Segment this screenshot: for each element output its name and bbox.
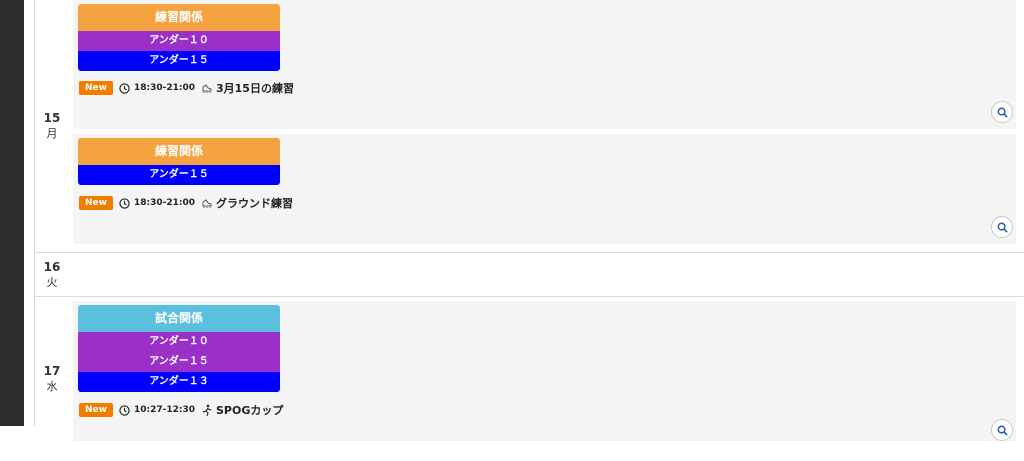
player-icon xyxy=(202,404,212,416)
event-card[interactable]: 練習関係 アンダー１５ New 18:30-21:00 グラウンド練習 xyxy=(73,134,1016,244)
day-row-16: 16 火 xyxy=(35,253,1024,297)
category-tag: 練習関係 xyxy=(78,4,280,31)
event-time: 10:27-12:30 xyxy=(133,405,195,415)
event-title[interactable]: 3月15日の練習 xyxy=(216,80,294,96)
team-tag: アンダー１０ xyxy=(78,332,280,352)
event-time: 18:30-21:00 xyxy=(133,198,195,208)
clock-icon xyxy=(119,82,130,94)
category-tag: 練習関係 xyxy=(78,138,280,165)
team-tag: アンダー１３ xyxy=(78,372,280,392)
cleat-icon xyxy=(202,199,212,208)
event-meta: New 18:30-21:00 グラウンド練習 xyxy=(79,195,293,211)
team-tag: アンダー１５ xyxy=(78,51,280,71)
event-time: 18:30-21:00 xyxy=(133,83,195,93)
event-tags: 練習関係 アンダー１０ アンダー１５ xyxy=(78,4,280,71)
date-number: 15 xyxy=(43,111,61,125)
search-icon xyxy=(997,107,1008,118)
event-meta: New 18:30-21:00 3月15日の練習 xyxy=(79,80,294,96)
day-row-15: 15 月 練習関係 アンダー１０ アンダー１５ New 18:30-21:00 … xyxy=(35,0,1024,253)
date-number: 16 xyxy=(43,259,61,274)
event-card[interactable]: 試合関係 アンダー１０ アンダー１５ アンダー１３ New 10:27-12:3… xyxy=(73,301,1016,441)
event-title[interactable]: グラウンド練習 xyxy=(216,195,293,211)
event-search-button[interactable] xyxy=(991,101,1013,123)
event-tags: 練習関係 アンダー１５ xyxy=(78,138,280,185)
left-rail xyxy=(0,0,24,426)
cleat-icon xyxy=(202,84,212,93)
event-list: 練習関係 アンダー１０ アンダー１５ New 18:30-21:00 3月15日… xyxy=(73,0,1016,252)
event-search-button[interactable] xyxy=(991,419,1013,441)
new-badge: New xyxy=(79,196,113,210)
event-tags: 試合関係 アンダー１０ アンダー１５ アンダー１３ xyxy=(78,305,280,392)
day-row-17: 17 水 試合関係 アンダー１０ アンダー１５ アンダー１３ New 10:27… xyxy=(35,297,1024,441)
category-tag: 試合関係 xyxy=(78,305,280,332)
event-meta: New 10:27-12:30 SPOGカップ xyxy=(79,402,283,418)
new-badge: New xyxy=(79,403,113,417)
date-cell: 15 月 xyxy=(35,0,69,252)
team-tag: アンダー１０ xyxy=(78,31,280,51)
clock-icon xyxy=(119,197,130,209)
calendar-list: 15 月 練習関係 アンダー１０ アンダー１５ New 18:30-21:00 … xyxy=(35,0,1024,441)
date-number: 17 xyxy=(43,364,61,378)
team-tag: アンダー１５ xyxy=(78,165,280,185)
event-title[interactable]: SPOGカップ xyxy=(216,402,283,418)
new-badge: New xyxy=(79,81,113,95)
date-weekday: 月 xyxy=(46,127,58,140)
event-card[interactable]: 練習関係 アンダー１０ アンダー１５ New 18:30-21:00 3月15日… xyxy=(73,0,1016,129)
team-tag: アンダー１５ xyxy=(78,352,280,372)
date-cell: 16 火 xyxy=(35,253,69,296)
event-search-button[interactable] xyxy=(991,216,1013,238)
clock-icon xyxy=(119,404,130,416)
event-list: 試合関係 アンダー１０ アンダー１５ アンダー１３ New 10:27-12:3… xyxy=(73,297,1016,441)
search-icon xyxy=(997,425,1008,436)
date-weekday: 火 xyxy=(46,275,58,289)
date-weekday: 水 xyxy=(46,380,58,393)
search-icon xyxy=(997,222,1008,233)
date-cell: 17 水 xyxy=(35,297,69,461)
